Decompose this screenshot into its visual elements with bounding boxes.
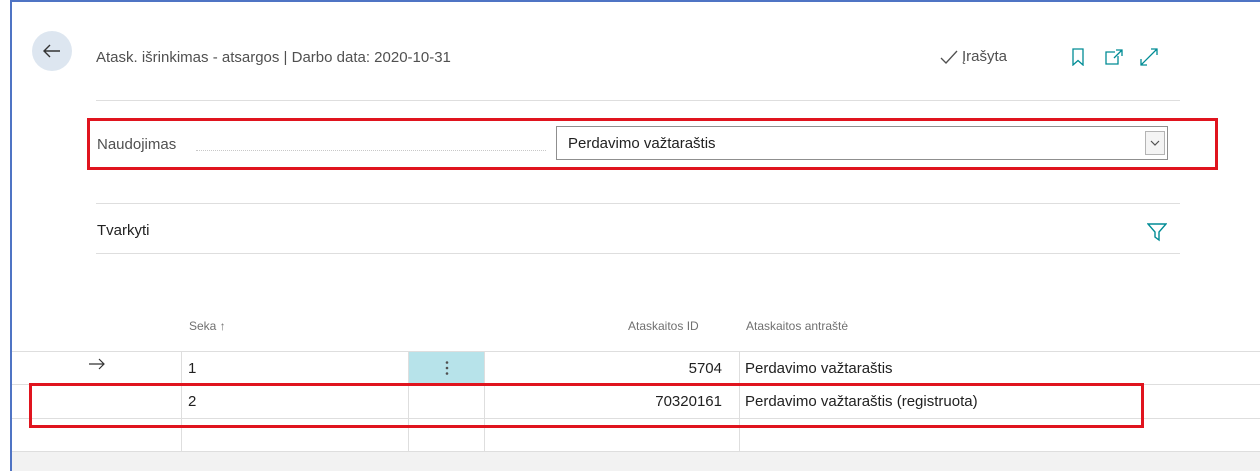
header-divider [96,100,1180,101]
column-header-ataskaitos-antraste[interactable]: Ataskaitos antraštė [746,319,848,333]
cell-ataskaitos-id[interactable]: 70320161 [522,393,722,410]
page-title: Atask. išrinkimas - atsargos | Darbo dat… [96,49,451,66]
table-row-line [12,418,1260,419]
open-new-window-icon[interactable] [1103,46,1125,68]
column-header-seka[interactable]: Seka ↑ [189,319,226,333]
save-status: Įrašyta [940,48,1007,65]
save-status-text: Įrašyta [962,48,1008,65]
back-button[interactable] [32,31,72,71]
section-divider-bottom [96,253,1180,254]
cell-ataskaitos-antraste[interactable]: Perdavimo važtaraštis [745,360,893,377]
row-actions-button[interactable] [409,352,484,384]
current-row-arrow-icon [88,357,106,375]
column-header-ataskaitos-id[interactable]: Ataskaitos ID [628,319,699,333]
table-row-line [12,384,1260,385]
naudojimas-select-value: Perdavimo važtaraštis [568,134,716,152]
bookmark-icon[interactable] [1067,46,1089,68]
naudojimas-select[interactable]: Perdavimo važtaraštis [556,126,1168,160]
cell-ataskaitos-id[interactable]: 5704 [522,360,722,377]
table-row-line [12,451,1260,452]
expand-icon[interactable] [1138,46,1160,68]
section-divider-top [96,203,1180,204]
more-options-icon [445,361,448,375]
cell-ataskaitos-antraste[interactable]: Perdavimo važtaraštis (registruota) [745,393,978,410]
section-title: Tvarkyti [97,222,150,239]
back-arrow-icon [43,44,60,58]
checkmark-icon [940,50,958,64]
field-label-naudojimas: Naudojimas [97,136,177,153]
table-column-line [181,351,182,452]
footer-band [12,451,1260,471]
dropdown-button[interactable] [1145,131,1165,155]
table-column-line [484,351,485,452]
table-header-line [12,351,1260,352]
chevron-down-icon [1150,140,1160,146]
field-leader-dots [196,150,546,151]
cell-seka[interactable]: 2 [188,393,196,410]
cell-seka[interactable]: 1 [188,360,196,377]
filter-icon[interactable] [1146,222,1168,242]
table-column-line [739,351,740,452]
